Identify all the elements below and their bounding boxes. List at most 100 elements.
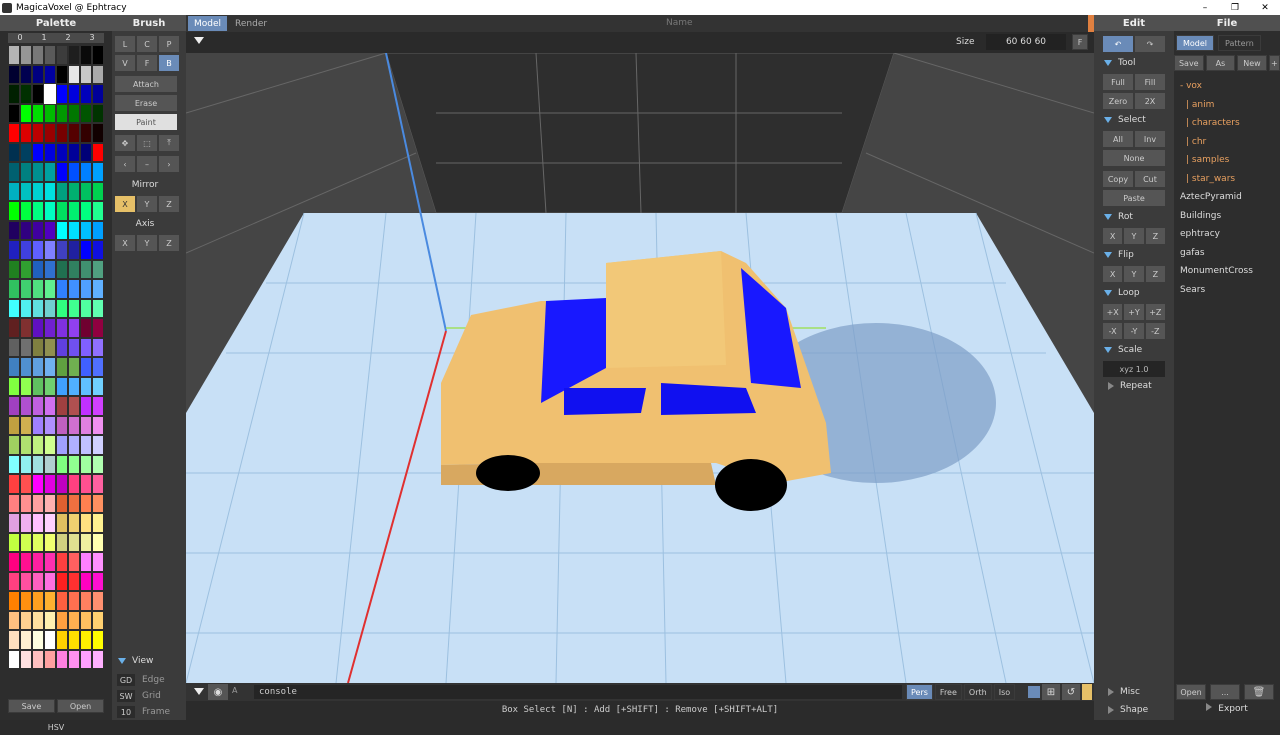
palette-swatch[interactable]: [56, 474, 68, 494]
palette-swatch[interactable]: [68, 552, 80, 572]
axis-y-button[interactable]: Y: [136, 234, 158, 252]
palette-swatch[interactable]: [56, 220, 68, 240]
loop-section[interactable]: Loop: [1104, 288, 1140, 298]
restore-button[interactable]: ❐: [1220, 0, 1250, 15]
palette-swatch[interactable]: [44, 513, 56, 533]
palette-swatch[interactable]: [80, 649, 92, 669]
palette-swatch[interactable]: [80, 630, 92, 650]
flip-section[interactable]: Flip: [1104, 250, 1134, 260]
file-add-button[interactable]: +: [1268, 55, 1280, 71]
palette-swatch[interactable]: [80, 84, 92, 104]
console-input[interactable]: console: [254, 685, 902, 699]
palette-swatch[interactable]: [32, 376, 44, 396]
palette-swatch[interactable]: [92, 513, 104, 533]
view-frame-label[interactable]: Frame: [142, 707, 170, 717]
palette-swatch[interactable]: [80, 240, 92, 260]
palette-swatch[interactable]: [80, 45, 92, 65]
brush-line-button[interactable]: L: [114, 35, 136, 53]
rot-section[interactable]: Rot: [1104, 212, 1133, 222]
palette-swatch[interactable]: [92, 64, 104, 84]
axis-z-button[interactable]: Z: [158, 234, 180, 252]
palette-swatch[interactable]: [56, 532, 68, 552]
palette-swatch[interactable]: [44, 240, 56, 260]
palette-swatch[interactable]: [8, 571, 20, 591]
palette-swatch[interactable]: [32, 630, 44, 650]
palette-swatch[interactable]: [92, 103, 104, 123]
palette-open-button[interactable]: Open: [57, 699, 104, 713]
file-monument-cross[interactable]: MonumentCross: [1180, 262, 1278, 281]
palette-swatch[interactable]: [92, 552, 104, 572]
palette-swatch[interactable]: [8, 45, 20, 65]
move-icon[interactable]: ✥: [114, 134, 136, 152]
palette-swatch[interactable]: [8, 181, 20, 201]
palette-swatch[interactable]: [80, 571, 92, 591]
palette-swatch[interactable]: [68, 240, 80, 260]
palette-swatch[interactable]: [20, 435, 32, 455]
palette-swatch[interactable]: [32, 591, 44, 611]
palette-swatch[interactable]: [68, 435, 80, 455]
folder-vox[interactable]: - vox: [1180, 77, 1278, 96]
palette-swatch[interactable]: [8, 259, 20, 279]
palette-swatch[interactable]: [68, 201, 80, 221]
loop-plus-x-button[interactable]: +X: [1102, 303, 1124, 321]
palette-swatch[interactable]: [32, 552, 44, 572]
palette-swatch[interactable]: [92, 45, 104, 65]
palette-swatch[interactable]: [56, 259, 68, 279]
palette-swatch[interactable]: [68, 532, 80, 552]
palette-swatch[interactable]: [44, 376, 56, 396]
palette-swatch[interactable]: [20, 64, 32, 84]
loop-plus-z-button[interactable]: +Z: [1144, 303, 1166, 321]
palette-grid[interactable]: [8, 45, 104, 699]
viewport[interactable]: Model Render Name Size 60 60 60 F ◉ A co…: [186, 15, 1094, 720]
file-aztec-pyramid[interactable]: AztecPyramid: [1180, 188, 1278, 207]
palette-swatch[interactable]: [92, 162, 104, 182]
palette-swatch[interactable]: [80, 357, 92, 377]
palette-swatch[interactable]: [20, 649, 32, 669]
mirror-z-button[interactable]: Z: [158, 195, 180, 213]
palette-swatch[interactable]: [32, 610, 44, 630]
file-ephtracy[interactable]: ephtracy: [1180, 225, 1278, 244]
palette-swatch[interactable]: [20, 123, 32, 143]
palette-swatch[interactable]: [44, 591, 56, 611]
palette-swatch[interactable]: [92, 220, 104, 240]
palette-swatch[interactable]: [56, 201, 68, 221]
palette-swatch[interactable]: [32, 45, 44, 65]
palette-swatch[interactable]: [8, 162, 20, 182]
palette-swatch[interactable]: [44, 357, 56, 377]
palette-swatch[interactable]: [44, 649, 56, 669]
palette-swatch[interactable]: [68, 649, 80, 669]
palette-swatch[interactable]: [20, 376, 32, 396]
palette-swatch[interactable]: [44, 571, 56, 591]
palette-swatch[interactable]: [80, 532, 92, 552]
palette-swatch[interactable]: [92, 279, 104, 299]
palette-swatch[interactable]: [32, 318, 44, 338]
palette-swatch[interactable]: [44, 318, 56, 338]
palette-swatch[interactable]: [56, 610, 68, 630]
view-section[interactable]: View: [118, 656, 153, 666]
palette-swatch[interactable]: [8, 513, 20, 533]
mirror-y-button[interactable]: Y: [136, 195, 158, 213]
tab-model[interactable]: Model: [188, 16, 228, 31]
palette-swatch[interactable]: [20, 84, 32, 104]
palette-swatch[interactable]: [56, 571, 68, 591]
palette-swatch[interactable]: [32, 220, 44, 240]
palette-swatch[interactable]: [8, 415, 20, 435]
palette-swatch[interactable]: [80, 552, 92, 572]
palette-swatch[interactable]: [44, 435, 56, 455]
select-all-button[interactable]: All: [1102, 130, 1134, 148]
palette-swatch[interactable]: [92, 123, 104, 143]
palette-swatch[interactable]: [68, 298, 80, 318]
folder-samples[interactable]: | samples: [1180, 151, 1278, 170]
palette-swatch[interactable]: [92, 240, 104, 260]
palette-swatch[interactable]: [92, 181, 104, 201]
palette-swatch[interactable]: [44, 415, 56, 435]
palette-swatch[interactable]: [68, 376, 80, 396]
palette-swatch[interactable]: [80, 103, 92, 123]
palette-swatch[interactable]: [20, 630, 32, 650]
palette-swatch[interactable]: [8, 649, 20, 669]
palette-swatch[interactable]: [80, 513, 92, 533]
palette-swatch[interactable]: [32, 435, 44, 455]
palette-swatch[interactable]: [8, 357, 20, 377]
palette-swatch[interactable]: [20, 591, 32, 611]
palette-swatch[interactable]: [92, 571, 104, 591]
